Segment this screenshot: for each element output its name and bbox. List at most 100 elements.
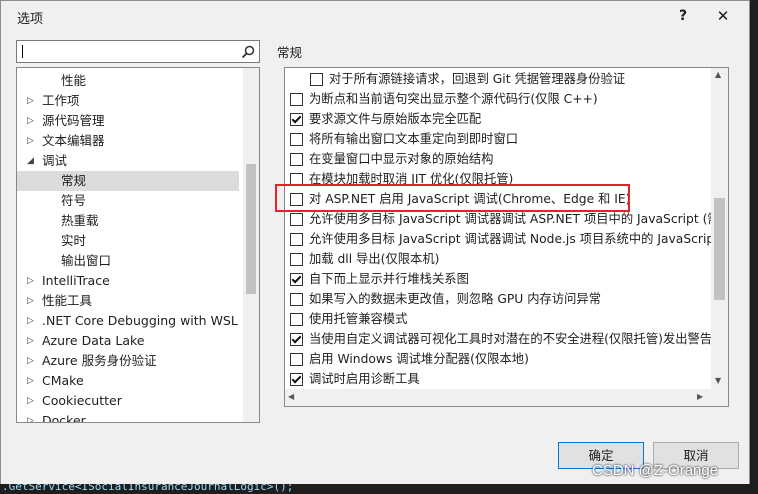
search-input[interactable] xyxy=(16,40,260,63)
editor-code-strip: .GetService<ISocialInsuranceJournalLogic… xyxy=(0,484,758,494)
tree-item-label: 输出窗口 xyxy=(61,253,112,268)
tree-item[interactable]: 实时 xyxy=(17,231,239,251)
option-checkbox[interactable] xyxy=(290,113,303,126)
options-tree[interactable]: ▷ Docker ▷ Cookiecutter ▷ CMake ▷ Azure 服务身份验证 ▷… xyxy=(16,67,260,423)
option-checkbox[interactable] xyxy=(290,273,303,286)
help-button[interactable]: ? xyxy=(673,6,693,26)
option-checkbox[interactable] xyxy=(290,153,303,166)
title-bar: 选项 ? ✕ xyxy=(1,1,749,31)
options-list[interactable]: 调试时启用诊断工具 启用 Windows 调试堆分配器(仅限本地) 当使用自定义调试… xyxy=(284,67,729,407)
collapsed-arrow-icon[interactable]: ▷ xyxy=(27,111,34,131)
list-scrollbar-thumb[interactable] xyxy=(714,198,725,300)
option-checkbox[interactable] xyxy=(290,233,303,246)
tree-item[interactable]: 输出窗口 xyxy=(17,251,239,271)
tree-item-label: 工作项 xyxy=(42,93,80,108)
tree-item[interactable]: 符号 xyxy=(17,191,239,211)
scroll-up-icon[interactable]: ▲ xyxy=(715,70,721,79)
option-label: 自下而上显示并行堆栈关系图 xyxy=(309,272,469,286)
option-label: 启用 Windows 调试堆分配器(仅限本地) xyxy=(309,352,529,366)
tree-item[interactable]: ▷ IntelliTrace xyxy=(17,271,239,291)
close-button[interactable]: ✕ xyxy=(713,6,733,26)
text-caret xyxy=(22,45,23,58)
search-icon[interactable] xyxy=(240,44,256,60)
option-label: 允许使用多目标 JavaScript 调试器调试 Node.js 项目系统中的 … xyxy=(309,232,728,246)
collapsed-arrow-icon[interactable]: ▷ xyxy=(27,271,34,291)
option-checkbox[interactable] xyxy=(290,293,303,306)
option-checkbox[interactable] xyxy=(290,373,303,386)
option-label: 要求源文件与原始版本完全匹配 xyxy=(309,112,482,126)
annotation-highlight-box xyxy=(275,184,630,212)
collapsed-arrow-icon[interactable]: ▷ xyxy=(27,291,34,311)
section-title: 常规 xyxy=(277,45,303,60)
tree-item-label: Azure 服务身份验证 xyxy=(42,353,157,368)
tree-item-label: 实时 xyxy=(61,233,87,248)
collapsed-arrow-icon[interactable]: ▷ xyxy=(27,371,34,391)
collapsed-arrow-icon[interactable]: ▷ xyxy=(27,311,34,331)
option-label: 在变量窗口中显示对象的原始结构 xyxy=(309,152,494,166)
tree-item-label: 性能 xyxy=(61,73,87,88)
tree-scrollbar-thumb[interactable] xyxy=(246,164,256,294)
tree-item-label: Cookiecutter xyxy=(42,393,122,408)
code-line: .GetService<ISocialInsuranceJournalLogic… xyxy=(2,484,294,493)
tree-item-label: 调试 xyxy=(42,153,68,168)
collapsed-arrow-icon[interactable]: ▷ xyxy=(27,131,34,151)
scroll-left-icon[interactable]: ◀ xyxy=(288,392,294,401)
tree-item[interactable]: 性能 xyxy=(17,71,239,91)
option-checkbox[interactable] xyxy=(290,313,303,326)
tree-item[interactable]: ▷ Azure Data Lake xyxy=(17,331,239,351)
tree-item[interactable]: ▷ Docker xyxy=(17,411,239,423)
tree-item-label: CMake xyxy=(42,373,84,388)
tree-item[interactable]: ▷ 源代码管理 xyxy=(17,111,239,131)
tree-item[interactable]: ▷ 工作项 xyxy=(17,91,239,111)
tree-item-label: Azure Data Lake xyxy=(42,333,145,348)
tree-scrollbar[interactable] xyxy=(243,68,259,422)
watermark: CSDN @Z-Orange xyxy=(592,462,719,479)
scroll-down-icon[interactable]: ▼ xyxy=(715,376,721,385)
dialog-title: 选项 xyxy=(17,12,44,27)
option-label: 调试时启用诊断工具 xyxy=(309,372,420,386)
option-label: 为断点和当前语句突出显示整个源代码行(仅限 C++) xyxy=(309,92,598,106)
options-dialog: 选项 ? ✕ ▷ Docker ▷ Cookiecutter ▷ CMake ▷ Azure … xyxy=(0,0,750,494)
list-horizontal-scrollbar[interactable]: ◀ ▶ xyxy=(285,389,711,406)
option-checkbox[interactable] xyxy=(290,93,303,106)
option-label: 允许使用多目标 JavaScript 调试器调试 ASP.NET 项目中的 Ja… xyxy=(309,212,729,226)
option-checkbox[interactable] xyxy=(290,333,303,346)
tree-item[interactable]: ▷ Azure 服务身份验证 xyxy=(17,351,239,371)
list-vertical-scrollbar[interactable]: ▲ ▼ xyxy=(711,68,728,389)
tree-item-label: 符号 xyxy=(61,193,87,208)
option-label: 对于所有源链接请求，回退到 Git 凭据管理器身份验证 xyxy=(329,72,626,86)
tree-item-label: .NET Core Debugging with WSL xyxy=(42,313,238,328)
tree-item-label: 源代码管理 xyxy=(42,113,105,128)
option-checkbox[interactable] xyxy=(290,133,303,146)
collapsed-arrow-icon[interactable]: ▷ xyxy=(27,411,34,422)
tree-item[interactable]: 常规 xyxy=(17,171,239,191)
scrollbar-corner xyxy=(711,389,728,406)
scroll-right-icon[interactable]: ▶ xyxy=(697,392,703,401)
tree-item[interactable]: ◢ 调试 xyxy=(17,151,239,171)
tree-item[interactable]: ▷ 文本编辑器 xyxy=(17,131,239,151)
tree-item-label: IntelliTrace xyxy=(42,273,110,288)
tree-item-label: 文本编辑器 xyxy=(42,133,105,148)
collapsed-arrow-icon[interactable]: ▷ xyxy=(27,351,34,371)
tree-item-label: 常规 xyxy=(61,173,87,188)
tree-item[interactable]: ▷ Cookiecutter xyxy=(17,391,239,411)
tree-item[interactable]: ▷ CMake xyxy=(17,371,239,391)
option-checkbox[interactable] xyxy=(290,213,303,226)
tree-item[interactable]: ▷ .NET Core Debugging with WSL xyxy=(17,311,239,331)
option-label: 将所有输出窗口文本重定向到即时窗口 xyxy=(309,132,519,146)
collapsed-arrow-icon[interactable]: ▷ xyxy=(27,331,34,351)
option-checkbox[interactable] xyxy=(290,353,303,366)
collapsed-arrow-icon[interactable]: ▷ xyxy=(27,391,34,411)
option-checkbox[interactable] xyxy=(290,253,303,266)
expanded-arrow-icon[interactable]: ◢ xyxy=(27,151,34,171)
collapsed-arrow-icon[interactable]: ▷ xyxy=(27,91,34,111)
option-label: 如果写入的数据未更改值，则忽略 GPU 内存访问异常 xyxy=(309,292,601,306)
option-label: 加载 dll 导出(仅限本机) xyxy=(309,252,440,266)
tree-item[interactable]: 热重载 xyxy=(17,211,239,231)
tree-item-label: Docker xyxy=(42,413,86,423)
tree-item-label: 热重载 xyxy=(61,213,99,228)
option-checkbox[interactable] xyxy=(310,73,323,86)
tree-item-label: 性能工具 xyxy=(42,293,93,308)
option-label: 使用托管兼容模式 xyxy=(309,312,408,326)
tree-item[interactable]: ▷ 性能工具 xyxy=(17,291,239,311)
